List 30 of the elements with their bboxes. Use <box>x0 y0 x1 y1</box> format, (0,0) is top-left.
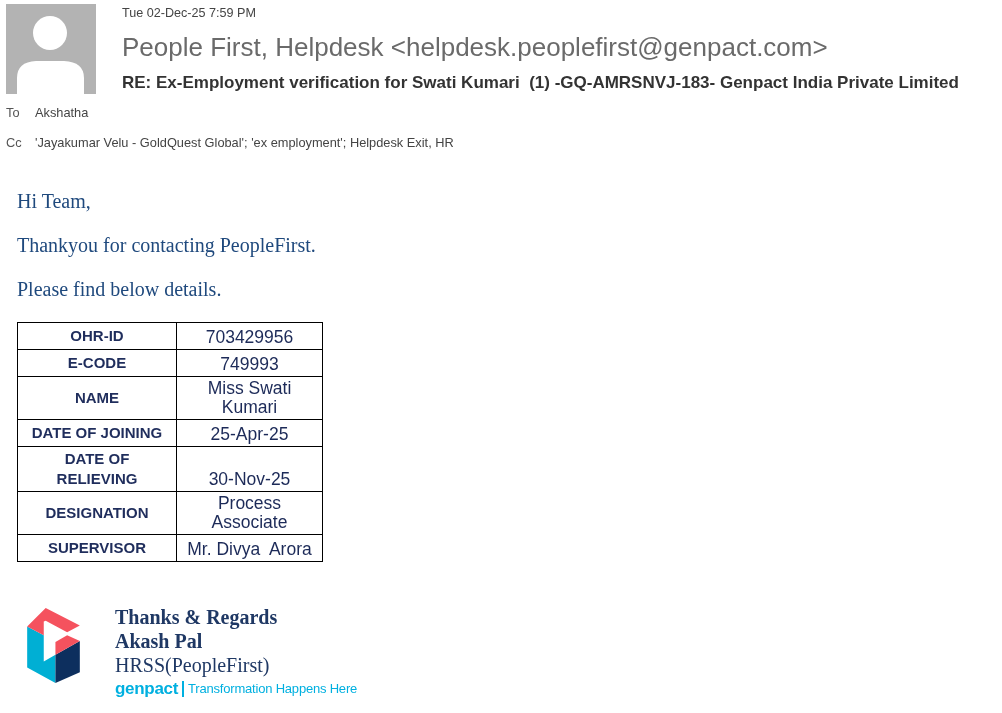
table-cell: 703429956 <box>176 322 323 350</box>
row-header: NAME <box>17 376 177 420</box>
table-cell: Miss Swati Kumari <box>176 376 323 420</box>
body-paragraph: Please find below details. <box>17 278 223 300</box>
row-header: SUPERVISOR <box>17 534 177 562</box>
row-header: E-CODE <box>17 349 177 377</box>
subject-line: RE: Ex-Employment verification for Swati Kumari (1) -GQ-AMRSNVJ-183- Genpact India Private Limited <box>122 72 959 94</box>
closing-text: Thanks & Regards <box>115 605 279 629</box>
table-cell: 25-Apr-25 <box>176 419 323 447</box>
row-header: OHR-ID <box>17 322 177 350</box>
table-cell: 30-Nov-25 <box>176 446 323 492</box>
row-header: DESIGNATION <box>17 491 177 535</box>
table-cell: Process Associate <box>176 491 323 535</box>
sender-name: People First, Helpdesk <helpdesk.peoplefirst@genpact.com> <box>122 32 829 62</box>
brand-tagline: Transformation Happens Here <box>188 681 358 697</box>
sent-date: Tue 02-Dec-25 7:59 PM <box>122 5 257 22</box>
recipient-list: Akshatha <box>35 104 89 122</box>
cube-logo-icon <box>25 606 82 684</box>
sender-role: HRSS(PeopleFirst) <box>115 653 271 677</box>
body-paragraph: Hi Team, <box>17 190 92 212</box>
body-paragraph: Thankyou for contacting PeopleFirst. <box>17 234 317 256</box>
recipient-list: 'Jayakumar Velu - GoldQuest Global'; 'ex employment'; Helpdesk Exit, HR <box>35 134 454 152</box>
row-header: DATE OF RELIEVING <box>17 446 177 492</box>
sender-signature-name: Akash Pal <box>115 629 204 653</box>
table-cell: Mr. Divya Arora <box>176 534 323 562</box>
table-cell: 749993 <box>176 349 323 377</box>
row-header: DATE OF JOINING <box>17 419 177 447</box>
brand-wordmark: genpact <box>115 680 179 698</box>
recipient-label: To <box>6 104 21 122</box>
recipient-label: Cc <box>6 134 23 152</box>
